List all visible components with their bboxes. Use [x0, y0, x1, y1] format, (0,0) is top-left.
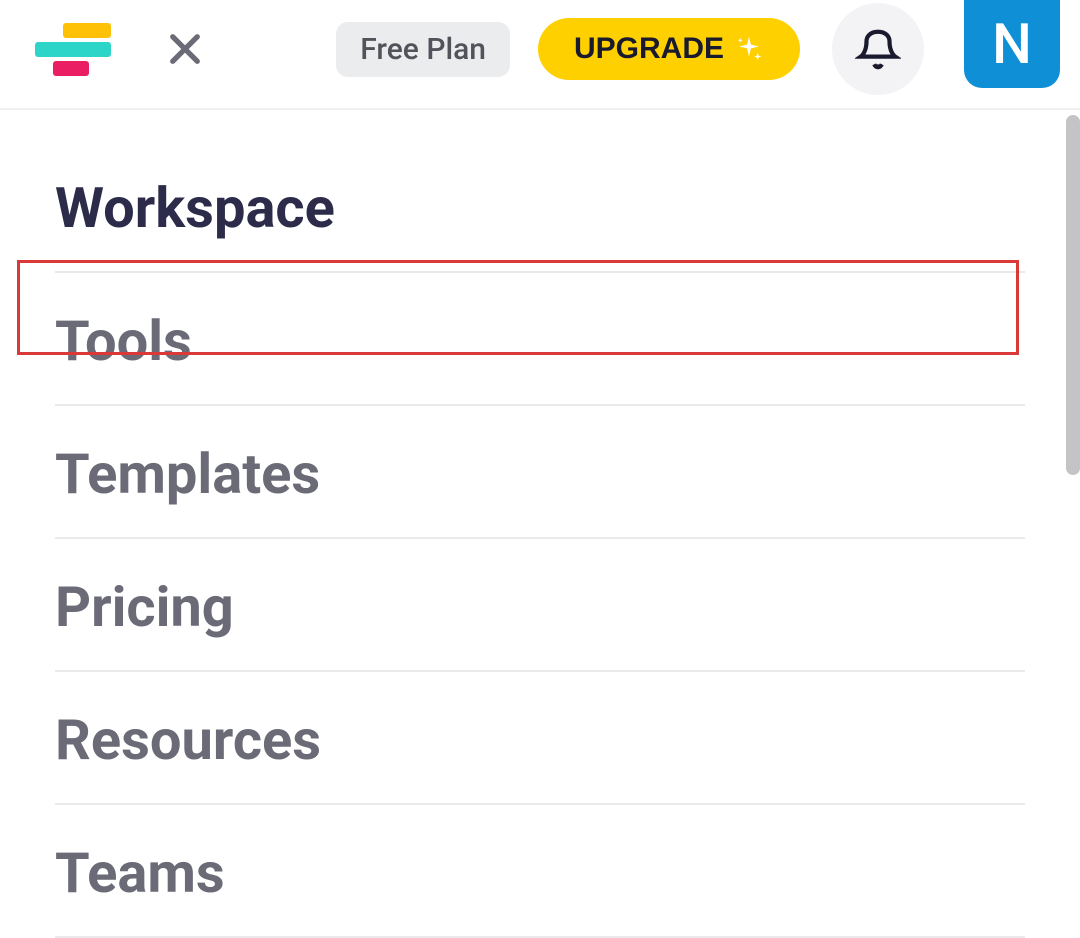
upgrade-label: UPGRADE [574, 32, 724, 66]
menu-item-resources[interactable]: Resources [55, 672, 1025, 805]
user-avatar[interactable]: N [964, 0, 1060, 88]
main-menu: Workspace Tools Templates Pricing Resour… [0, 140, 1080, 938]
brand-logo[interactable] [35, 23, 111, 76]
plan-badge: Free Plan [336, 22, 510, 77]
close-icon [164, 28, 206, 70]
avatar-initial: N [992, 11, 1032, 77]
menu-item-teams[interactable]: Teams [55, 805, 1025, 938]
menu-item-workspace[interactable]: Workspace [55, 140, 1025, 273]
header: Free Plan UPGRADE N [0, 0, 1080, 110]
notifications-button[interactable] [832, 3, 924, 95]
close-menu-button[interactable] [161, 25, 209, 73]
bell-icon [855, 26, 901, 72]
vertical-scrollbar[interactable] [1066, 115, 1080, 475]
menu-item-pricing[interactable]: Pricing [55, 539, 1025, 672]
sparkle-icon [734, 34, 764, 64]
menu-item-tools[interactable]: Tools [55, 273, 1025, 406]
menu-item-templates[interactable]: Templates [55, 406, 1025, 539]
upgrade-button[interactable]: UPGRADE [538, 18, 800, 80]
